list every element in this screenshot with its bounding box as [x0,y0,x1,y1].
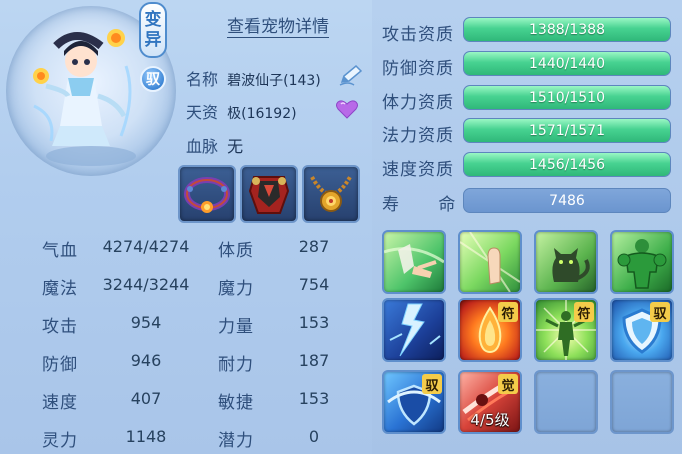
stat-value-defense: 946 [130,351,162,370]
aptitude-value-stamina: 1510/1510 [529,89,605,106]
stat-label-constitution: 体质 [218,241,254,261]
stat-label-strength: 力量 [218,317,254,337]
rune-tag: 符 [574,302,594,322]
pet-name-value: 碧波仙子(143) [227,73,321,89]
aptitude-value-mana: 1571/1571 [529,122,605,139]
palm-skill-icon [460,232,520,292]
pet-bloodline-row: 血脉 无 [186,133,243,157]
stat-label-defense: 防御 [42,355,78,375]
pet-bloodline-value: 无 [227,137,244,156]
stat-label-hp: 气血 [42,241,78,261]
stat-label-spirit: 灵力 [42,431,78,451]
stat-label-mp: 魔法 [42,279,78,299]
aptitude-bar-defense: 1440/1440 [463,51,671,76]
equip-slot-bracelet[interactable] [178,165,236,223]
skill-slot-6[interactable]: 符 [458,298,522,362]
rune-tag: 符 [498,302,518,322]
stat-value-spirit: 1148 [125,427,167,446]
stat-label-attack: 攻击 [42,317,78,337]
lifespan-bar: 7486 [463,188,671,213]
aptitude-bar-attack: 1388/1388 [463,17,671,42]
pet-talent-row: 天资 极(16192) [186,99,297,123]
stat-value-magic: 754 [298,275,330,294]
aptitude-label-speed: 速度资质 [382,160,454,180]
aptitude-value-speed: 1456/1456 [529,156,605,173]
armor-icon [248,176,290,214]
strongman-skill-icon [617,239,667,289]
aptitude-bar-speed: 1456/1456 [463,152,671,177]
view-pet-details-link[interactable]: 查看宠物详情 [227,17,329,38]
skill-slot-9[interactable]: 驭 [382,370,446,434]
stat-value-speed: 407 [130,389,162,408]
aptitude-label-stamina: 体力资质 [382,93,454,113]
stat-value-potential: 0 [308,427,320,446]
pet-name-row: 名称 碧波仙子(143) [186,66,321,90]
skill-slot-2[interactable] [458,230,522,294]
stat-label-potential: 潜力 [218,431,254,451]
stat-value-constitution: 287 [298,237,330,256]
tamed-tag: 驭 [422,374,442,394]
aptitude-label-attack: 攻击资质 [382,25,454,45]
lifespan-label-char-1: 寿 [382,195,399,215]
lightning-skill-icon [389,303,441,357]
tamed-badge-char: 驭 [146,72,160,88]
skill-slot-8[interactable]: 驭 [610,298,674,362]
mutant-badge-char-1: 变 [144,10,162,30]
lifespan-label-char-2: 命 [438,195,456,215]
skill-level: 4/5级 [470,411,510,429]
skill-slot-5[interactable] [382,298,446,362]
skill-slot-7[interactable]: 符 [534,298,598,362]
aptitude-label-mana: 法力资质 [382,126,454,146]
equip-slot-necklace[interactable] [302,165,360,223]
mutant-badge-char-2: 异 [144,30,162,50]
awaken-tag: 觉 [498,374,518,394]
finger-point-skill-icon [384,244,444,278]
tamed-badge: 驭 [140,66,166,92]
aptitude-bar-mana: 1571/1571 [463,118,671,143]
stat-value-endurance: 187 [298,351,330,370]
tamed-tag: 驭 [650,302,670,322]
stat-label-agility: 敏捷 [218,393,254,413]
heart-icon[interactable] [335,98,359,120]
stat-value-hp: 4274/4274 [102,237,190,256]
stat-label-magic: 魔力 [218,279,254,299]
aptitude-bar-stamina: 1510/1510 [463,85,671,110]
stat-value-mp: 3244/3244 [102,275,190,294]
aptitude-value-defense: 1440/1440 [529,55,605,72]
bracelet-icon [184,177,230,213]
cat-skill-icon [552,248,590,282]
pet-talent-value: 极(16192) [227,106,297,122]
skill-slot-3[interactable] [534,230,598,294]
equip-slot-armor[interactable] [240,165,298,223]
skill-slot-12-empty[interactable] [610,370,674,434]
skill-slot-11-empty[interactable] [534,370,598,434]
stat-label-endurance: 耐力 [218,355,254,375]
pet-name-label: 名称 [186,70,219,89]
mutant-badge: 变 异 [139,2,167,58]
skill-slot-1[interactable] [382,230,446,294]
necklace-icon [310,176,352,212]
aptitude-value-attack: 1388/1388 [529,21,605,38]
pet-bloodline-label: 血脉 [186,137,219,156]
aptitude-label-defense: 防御资质 [382,59,454,79]
skill-slot-10[interactable]: 觉 4/5级 [458,370,522,434]
stat-label-speed: 速度 [42,393,78,413]
stat-value-attack: 954 [130,313,162,332]
lifespan-value: 7486 [549,192,585,209]
lifespan-label: 寿 命 [382,190,455,215]
stat-value-agility: 153 [298,389,330,408]
skill-slot-4[interactable] [610,230,674,294]
edit-name-icon[interactable] [338,63,366,87]
pet-talent-label: 天资 [186,103,219,122]
stat-value-strength: 153 [298,313,330,332]
